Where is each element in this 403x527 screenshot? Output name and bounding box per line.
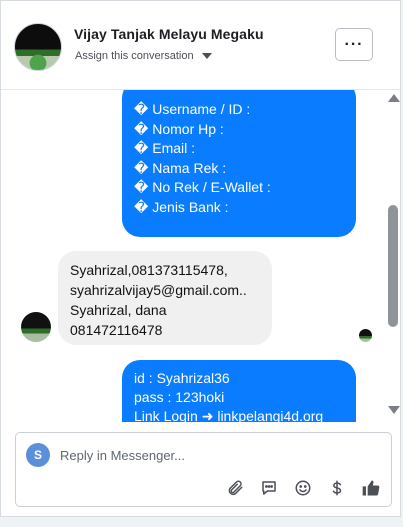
- composer-toolbar: [225, 478, 381, 498]
- message-line: � Email :: [134, 140, 196, 156]
- conversation-header: Vijay Tanjak Melayu Megaku Assign this c…: [1, 1, 400, 90]
- dollar-icon[interactable]: [327, 478, 347, 498]
- caret-down-icon: [201, 53, 212, 59]
- thumbs-up-icon[interactable]: [361, 478, 381, 498]
- outgoing-message-bubble: id : Syahrizal36 pass : 123hoki Link Log…: [122, 360, 356, 422]
- message-line: 081472116478: [70, 322, 163, 338]
- seen-indicator-avatar: [359, 329, 372, 342]
- scroll-down-arrow-icon[interactable]: [388, 406, 400, 414]
- message-line: id : Syahrizal36: [134, 370, 230, 386]
- message-line: syahrizalvijay5@gmail.com..: [70, 282, 247, 298]
- reply-composer: S: [15, 432, 392, 507]
- message-line: � No Rek / E-Wallet :: [134, 179, 271, 195]
- message-line: � Nama Rek :: [134, 159, 227, 176]
- sender-avatar: [21, 312, 51, 342]
- smiley-icon[interactable]: [293, 478, 313, 498]
- message-line: Link Login ➜ linkpelangi4d.org: [134, 408, 324, 422]
- outgoing-message-bubble: � Username / ID : � Nomor Hp : � Email :…: [122, 90, 356, 237]
- message-line: Syahrizal,081373115478,: [70, 262, 228, 278]
- message-line: � Jenis Bank :: [134, 198, 229, 215]
- assign-conversation-dropdown[interactable]: Assign this conversation: [75, 50, 212, 62]
- scroll-up-arrow-icon[interactable]: [388, 94, 400, 102]
- message-line: � Nomor Hp :: [134, 120, 224, 137]
- message-line: pass : 123hoki: [134, 389, 225, 405]
- chat-bubble-icon[interactable]: [259, 478, 279, 498]
- message-line: Syahrizal, dana: [70, 302, 167, 318]
- paperclip-icon[interactable]: [225, 478, 245, 498]
- assign-label: Assign this conversation: [75, 50, 194, 62]
- contact-name[interactable]: Vijay Tanjak Melayu Megaku: [74, 26, 264, 42]
- user-avatar: S: [26, 443, 50, 467]
- incoming-message-bubble: Syahrizal,081373115478, syahrizalvijay5@…: [58, 251, 272, 345]
- message-thread: � Username / ID : � Nomor Hp : � Email :…: [1, 90, 400, 422]
- thread-scrollbar[interactable]: [386, 90, 400, 422]
- contact-avatar[interactable]: [14, 23, 62, 71]
- scrollbar-thumb[interactable]: [388, 205, 398, 327]
- message-line: � Username / ID :: [134, 101, 251, 117]
- reply-input[interactable]: [60, 445, 360, 465]
- more-options-button[interactable]: ···: [335, 28, 373, 61]
- conversation-panel: Vijay Tanjak Melayu Megaku Assign this c…: [0, 0, 401, 517]
